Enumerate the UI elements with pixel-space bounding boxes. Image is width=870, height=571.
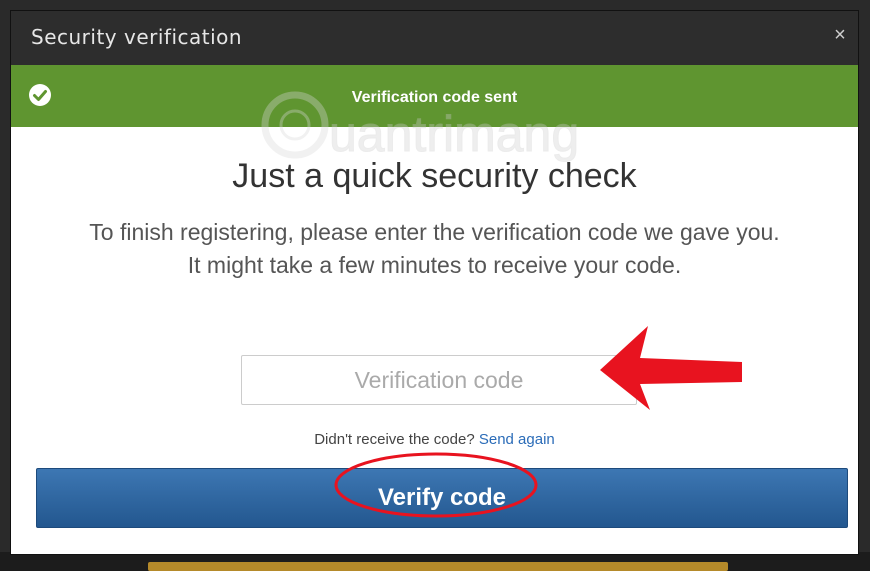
dialog-title: Security verification xyxy=(31,25,243,49)
verify-code-button[interactable]: Verify code xyxy=(36,468,848,528)
send-again-link[interactable]: Send again xyxy=(479,431,555,448)
resend-prompt: Didn't receive the code? xyxy=(314,431,475,448)
close-icon[interactable]: × xyxy=(828,23,852,47)
background-bar xyxy=(148,562,728,571)
instruction-line-1: To finish registering, please enter the … xyxy=(89,219,780,245)
instructions: To finish registering, please enter the … xyxy=(31,216,838,282)
page-heading: Just a quick security check xyxy=(232,157,637,195)
security-verification-dialog: Security verification × Verification cod… xyxy=(11,11,858,554)
dialog-header: Security verification × xyxy=(11,11,858,65)
watermark-text: uantrimang xyxy=(329,106,579,162)
instruction-line-2: It might take a few minutes to receive y… xyxy=(187,252,682,278)
resend-row: Didn't receive the code? Send again xyxy=(11,431,858,448)
background-page xyxy=(0,552,870,571)
verification-code-input[interactable] xyxy=(241,355,637,405)
